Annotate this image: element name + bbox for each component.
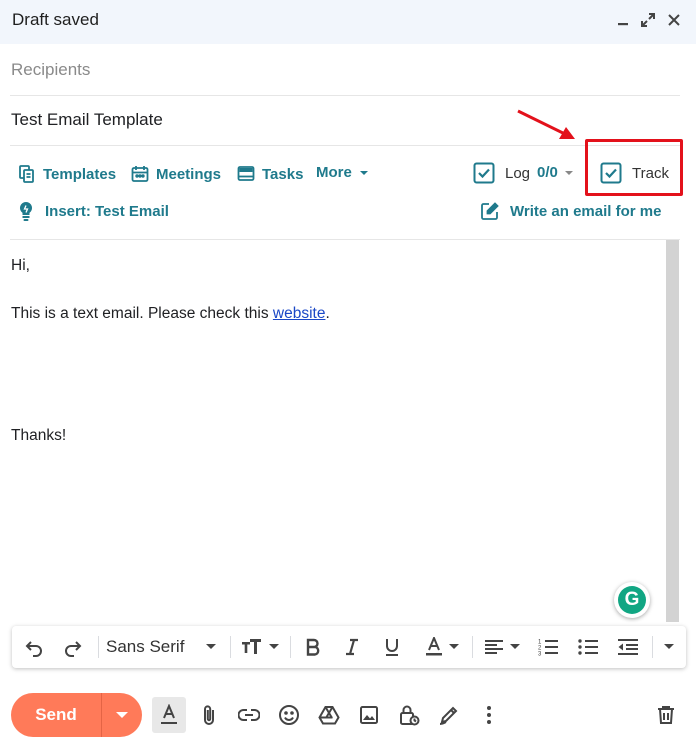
bulleted-list-icon[interactable]: [575, 626, 601, 668]
write-email-label: Write an email for me: [510, 202, 662, 220]
expand-icon[interactable]: [639, 11, 657, 29]
log-count-dropdown[interactable]: 0/0: [537, 164, 573, 181]
body-closing: Thanks!: [11, 427, 67, 444]
image-icon[interactable]: [352, 697, 386, 733]
body-line: This is a text email. Please check this …: [11, 305, 330, 323]
email-body[interactable]: Hi, This is a text email. Please check t…: [10, 239, 680, 622]
close-icon[interactable]: [665, 11, 683, 29]
link-icon[interactable]: [232, 697, 266, 733]
edit-icon: [481, 202, 499, 220]
align-select[interactable]: [480, 626, 524, 668]
send-button[interactable]: Send: [11, 693, 101, 737]
log-label: Log: [505, 164, 531, 182]
toolbar-divider: [652, 636, 653, 658]
bold-icon[interactable]: [300, 626, 326, 668]
chevron-down-icon: [206, 644, 216, 649]
lightbulb-icon: [19, 201, 33, 221]
recipients-field[interactable]: Recipients: [10, 46, 680, 96]
signature-pen-icon[interactable]: [432, 697, 466, 733]
tasks-label: Tasks: [262, 165, 304, 183]
subject-text: Test Email Template: [11, 110, 163, 129]
log-checkbox[interactable]: Log: [473, 162, 530, 184]
text-color-select[interactable]: [420, 626, 464, 668]
body-line-prefix: This is a text email. Please check this: [11, 305, 273, 322]
body-scrollbar[interactable]: [666, 240, 679, 622]
more-options-icon[interactable]: [472, 697, 506, 733]
indent-less-icon[interactable]: [615, 626, 641, 668]
italic-icon[interactable]: [339, 626, 365, 668]
insert-button[interactable]: Insert: Test Email: [17, 200, 169, 222]
body-greeting: Hi,: [11, 257, 30, 274]
templates-icon: [19, 165, 34, 183]
insert-label: Insert: Test Email: [45, 202, 169, 220]
write-email-button[interactable]: Write an email for me: [480, 201, 661, 221]
body-line-suffix: .: [325, 305, 330, 322]
undo-icon[interactable]: [20, 626, 48, 668]
recipients-placeholder: Recipients: [11, 60, 91, 79]
toolbar-divider: [290, 636, 291, 658]
font-size-select[interactable]: [238, 626, 282, 668]
formatting-toolbar: Sans Serif 123: [12, 626, 686, 668]
toolbar-divider: [230, 636, 231, 658]
underline-icon[interactable]: [379, 626, 405, 668]
trash-icon[interactable]: [649, 697, 683, 733]
send-split-button: Send: [11, 693, 142, 737]
font-size-icon: [242, 639, 261, 654]
align-left-icon: [485, 640, 503, 654]
emoji-icon[interactable]: [272, 697, 306, 733]
font-family-select[interactable]: Sans Serif: [106, 626, 224, 668]
formatting-options-icon[interactable]: [152, 697, 186, 733]
subject-field[interactable]: Test Email Template: [10, 96, 680, 146]
text-color-icon: [426, 637, 442, 656]
templates-button[interactable]: Templates: [17, 164, 116, 184]
attach-icon[interactable]: [192, 697, 226, 733]
window-title: Draft saved: [12, 10, 99, 29]
grammarly-button[interactable]: G: [614, 582, 650, 618]
templates-label: Templates: [43, 165, 117, 183]
minimize-icon[interactable]: [614, 11, 632, 29]
toolbar-divider: [98, 636, 99, 658]
numbered-list-icon[interactable]: 123: [535, 626, 561, 668]
track-highlight-box: [585, 139, 683, 196]
chevron-down-icon: [449, 644, 459, 649]
log-count: 0/0: [537, 164, 558, 181]
calendar-icon: [131, 166, 149, 182]
drive-icon[interactable]: [312, 697, 346, 733]
more-dropdown[interactable]: More: [316, 164, 368, 181]
chevron-down-icon: [269, 644, 279, 649]
more-formatting-chevron-icon[interactable]: [658, 626, 680, 668]
grammarly-icon: G: [618, 586, 646, 614]
send-options-dropdown[interactable]: [102, 693, 142, 737]
redo-icon[interactable]: [59, 626, 87, 668]
chevron-down-icon: [359, 170, 368, 175]
tasks-icon: [237, 166, 255, 181]
website-link[interactable]: website: [273, 305, 326, 322]
tasks-button[interactable]: Tasks: [236, 164, 303, 184]
toolbar-divider: [472, 636, 473, 658]
annotation-arrow-icon: [517, 109, 575, 139]
chevron-down-icon: [564, 170, 573, 175]
svg-text:3: 3: [538, 652, 542, 658]
more-label: More: [316, 164, 352, 181]
compose-header: Draft saved: [0, 0, 696, 44]
chevron-down-icon: [116, 711, 128, 718]
meetings-label: Meetings: [156, 165, 222, 183]
font-family-value: Sans Serif: [106, 637, 185, 656]
meetings-button[interactable]: Meetings: [130, 164, 221, 184]
confidential-mode-icon[interactable]: [392, 697, 426, 733]
checkbox-checked-icon: [473, 162, 495, 184]
chevron-down-icon: [510, 644, 520, 649]
